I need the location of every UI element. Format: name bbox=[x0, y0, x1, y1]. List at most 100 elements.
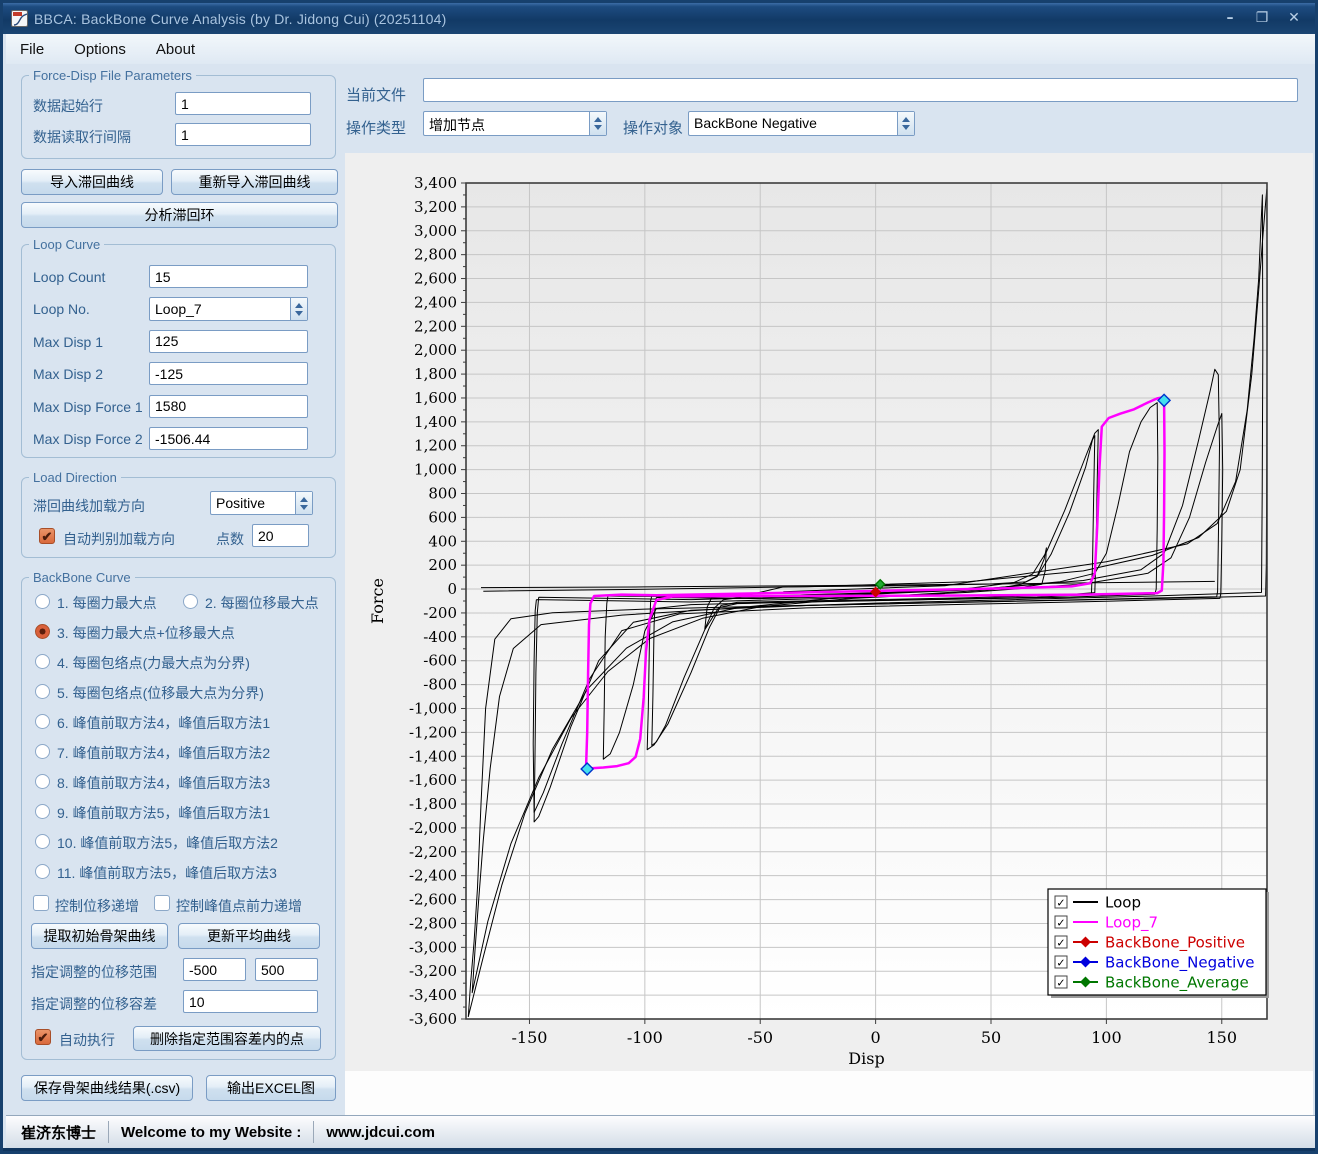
svg-text:2,800: 2,800 bbox=[414, 246, 457, 264]
analyze-loops-button[interactable]: 分析滞回环 bbox=[21, 202, 338, 228]
backbone-method-radio-6[interactable] bbox=[35, 714, 50, 729]
backbone-method-label-1: 1. 每圈力最大点 bbox=[57, 593, 157, 613]
window-title: BBCA: BackBone Curve Analysis (by Dr. Ji… bbox=[34, 11, 447, 27]
svg-text:Loop_7: Loop_7 bbox=[1105, 914, 1158, 933]
svg-text:-200: -200 bbox=[423, 604, 457, 622]
auto-execute-checkbox[interactable]: ✔ bbox=[35, 1029, 51, 1045]
backbone-method-radio-1[interactable] bbox=[35, 594, 50, 609]
export-excel-button[interactable]: 输出EXCEL图 bbox=[206, 1075, 336, 1101]
svg-text:-1,800: -1,800 bbox=[409, 795, 457, 813]
backbone-method-radio-11[interactable] bbox=[35, 864, 50, 879]
svg-text:✓: ✓ bbox=[1056, 897, 1065, 910]
svg-text:1,400: 1,400 bbox=[414, 413, 457, 431]
backbone-method-radio-4[interactable] bbox=[35, 654, 50, 669]
tolerance-input[interactable] bbox=[183, 990, 318, 1013]
op-type-spinner[interactable]: 增加节点 bbox=[423, 111, 607, 136]
backbone-method-label-10: 10. 峰值前取方法5，峰值后取方法2 bbox=[57, 833, 278, 853]
backbone-method-label-11: 11. 峰值前取方法5，峰值后取方法3 bbox=[57, 863, 277, 883]
adjust-tolerance-label: 指定调整的位移容差 bbox=[31, 994, 157, 1014]
status-website-link[interactable]: www.jdcui.com bbox=[326, 1124, 435, 1141]
svg-text:-800: -800 bbox=[423, 676, 457, 694]
backbone-method-radio-3[interactable] bbox=[35, 624, 50, 639]
svg-text:-150: -150 bbox=[511, 1028, 547, 1047]
data-start-row-input[interactable] bbox=[175, 92, 311, 115]
save-csv-button[interactable]: 保存骨架曲线结果(.csv) bbox=[21, 1075, 193, 1101]
loop-field-label: Max Disp Force 1 bbox=[33, 399, 143, 415]
window-bottom-border bbox=[3, 1148, 1315, 1154]
svg-text:150: 150 bbox=[1206, 1028, 1237, 1047]
update-average-button[interactable]: 更新平均曲线 bbox=[178, 923, 320, 949]
svg-text:2,400: 2,400 bbox=[414, 293, 457, 311]
auto-direction-checkbox[interactable]: ✔ bbox=[39, 528, 55, 544]
op-target-spinner[interactable]: BackBone Negative bbox=[688, 111, 915, 136]
loop-field-input[interactable] bbox=[149, 330, 308, 353]
menu-about[interactable]: About bbox=[152, 37, 207, 62]
svg-text:-50: -50 bbox=[747, 1028, 773, 1047]
backbone-method-radio-7[interactable] bbox=[35, 744, 50, 759]
control-disp-increase-checkbox[interactable] bbox=[33, 895, 49, 911]
loop-field-input[interactable] bbox=[149, 265, 308, 288]
loop-field-label: Max Disp 2 bbox=[33, 366, 103, 382]
svg-text:1,800: 1,800 bbox=[414, 365, 457, 383]
svg-text:-400: -400 bbox=[423, 628, 457, 646]
spinner-arrows-icon[interactable] bbox=[290, 298, 307, 320]
svg-text:600: 600 bbox=[428, 508, 457, 526]
svg-text:0: 0 bbox=[871, 1028, 881, 1047]
current-file-input[interactable] bbox=[423, 78, 1298, 102]
extract-backbone-button[interactable]: 提取初始骨架曲线 bbox=[31, 923, 168, 949]
svg-text:3,000: 3,000 bbox=[414, 222, 457, 240]
title-bar: BBCA: BackBone Curve Analysis (by Dr. Ji… bbox=[3, 3, 1315, 34]
svg-text:-3,600: -3,600 bbox=[409, 1010, 457, 1028]
loop-no-spinner[interactable]: Loop_7 bbox=[149, 297, 308, 321]
loop-field-label: Max Disp Force 2 bbox=[33, 431, 143, 447]
points-count-input[interactable] bbox=[252, 524, 309, 547]
svg-text:400: 400 bbox=[428, 532, 457, 550]
minimize-button[interactable]: – bbox=[1219, 8, 1241, 28]
loop-field-input[interactable] bbox=[149, 362, 308, 385]
svg-text:200: 200 bbox=[428, 556, 457, 574]
import-curve-button[interactable]: 导入滞回曲线 bbox=[21, 169, 163, 195]
data-start-row-label: 数据起始行 bbox=[33, 96, 103, 116]
app-window: BBCA: BackBone Curve Analysis (by Dr. Ji… bbox=[0, 0, 1318, 1154]
svg-text:50: 50 bbox=[981, 1028, 1001, 1047]
backbone-method-radio-8[interactable] bbox=[35, 774, 50, 789]
svg-text:Disp: Disp bbox=[848, 1049, 884, 1068]
auto-execute-label: 自动执行 bbox=[59, 1030, 115, 1050]
reimport-curve-button[interactable]: 重新导入滞回曲线 bbox=[171, 169, 338, 195]
backbone-method-radio-5[interactable] bbox=[35, 684, 50, 699]
force-disp-chart[interactable]: -3,600-3,400-3,200-3,000-2,800-2,600-2,4… bbox=[345, 153, 1313, 1071]
svg-text:1,600: 1,600 bbox=[414, 389, 457, 407]
range-max-input[interactable] bbox=[255, 958, 318, 981]
svg-text:-3,000: -3,000 bbox=[409, 938, 457, 956]
loop-field-input[interactable] bbox=[149, 395, 308, 418]
svg-text:800: 800 bbox=[428, 485, 457, 503]
svg-text:✓: ✓ bbox=[1056, 917, 1065, 930]
backbone-method-radio-9[interactable] bbox=[35, 804, 50, 819]
loop-field-label: Max Disp 1 bbox=[33, 334, 103, 350]
range-min-input[interactable] bbox=[183, 958, 246, 981]
backbone-method-radio-10[interactable] bbox=[35, 834, 50, 849]
chart-footer-strip bbox=[345, 1071, 1313, 1115]
loop-field-input[interactable] bbox=[149, 427, 308, 450]
status-author: 崔济东博士 bbox=[21, 1122, 96, 1143]
backbone-method-radio-2[interactable] bbox=[183, 594, 198, 609]
spinner-arrows-icon[interactable] bbox=[897, 112, 914, 135]
close-button[interactable]: ✕ bbox=[1283, 8, 1305, 28]
chart-panel[interactable]: -3,600-3,400-3,200-3,000-2,800-2,600-2,4… bbox=[345, 153, 1313, 1071]
menu-file[interactable]: File bbox=[16, 37, 56, 62]
status-welcome: Welcome to my Website : bbox=[121, 1124, 301, 1141]
backbone-method-label-4: 4. 每圈包络点(力最大点为分界) bbox=[57, 653, 250, 673]
maximize-button[interactable]: ❐ bbox=[1251, 8, 1273, 28]
current-file-label: 当前文件 bbox=[346, 84, 406, 105]
backbone-method-label-9: 9. 峰值前取方法5，峰值后取方法1 bbox=[57, 803, 270, 823]
svg-text:-2,600: -2,600 bbox=[409, 891, 457, 909]
load-direction-spinner[interactable]: Positive bbox=[210, 491, 313, 515]
data-interval-input[interactable] bbox=[175, 123, 311, 146]
delete-points-button[interactable]: 删除指定范围容差内的点 bbox=[133, 1026, 321, 1051]
control-force-increase-checkbox[interactable] bbox=[154, 895, 170, 911]
adjust-range-label: 指定调整的位移范围 bbox=[31, 962, 157, 982]
spinner-arrows-icon[interactable] bbox=[589, 112, 606, 135]
menu-options[interactable]: Options bbox=[70, 37, 138, 62]
status-separator bbox=[108, 1121, 109, 1143]
spinner-arrows-icon[interactable] bbox=[295, 492, 312, 514]
